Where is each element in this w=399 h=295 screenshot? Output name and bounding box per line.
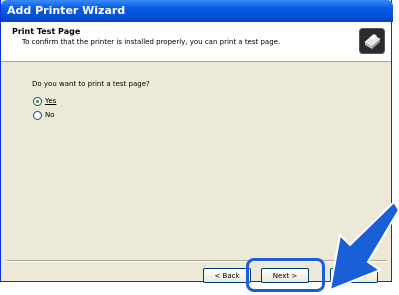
wizard-header: Print Test Page To confirm that the prin… (1, 22, 391, 62)
radio-yes-label[interactable]: Yes (45, 97, 56, 105)
pointer-arrow-icon (328, 200, 399, 292)
page-subtitle: To confirm that the printer is installed… (22, 38, 281, 46)
next-button-highlight (246, 258, 325, 292)
print-test-question: Do you want to print a test page? (32, 80, 150, 88)
radio-no-button[interactable] (33, 110, 42, 120)
page-title: Print Test Page (12, 27, 81, 36)
printer-icon (359, 28, 385, 54)
back-button[interactable]: < Back (203, 268, 251, 283)
radio-no[interactable]: No (33, 109, 55, 121)
radio-yes-button[interactable] (33, 96, 42, 106)
radio-yes[interactable]: Yes (33, 95, 56, 107)
window-titlebar[interactable]: Add Printer Wizard (1, 0, 393, 22)
window-title: Add Printer Wizard (7, 4, 126, 17)
radio-no-label[interactable]: No (45, 111, 55, 119)
